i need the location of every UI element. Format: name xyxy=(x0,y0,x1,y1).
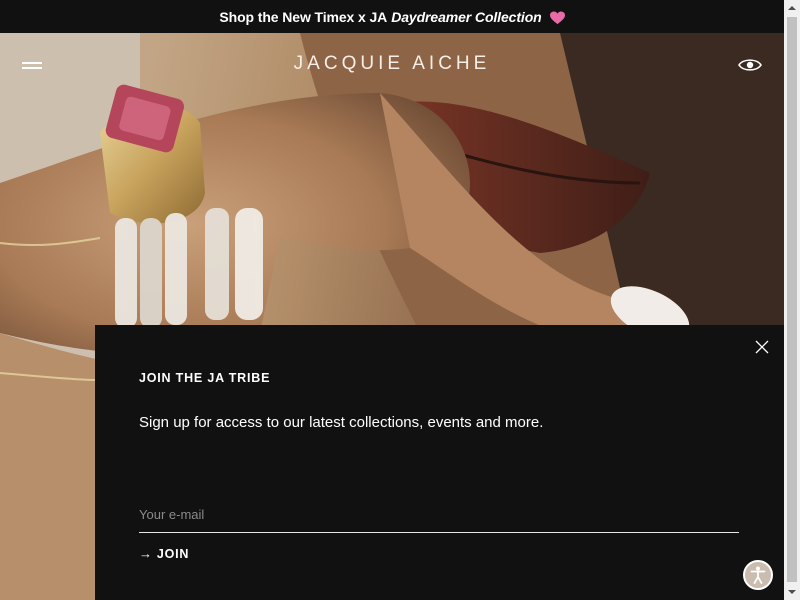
eye-icon[interactable] xyxy=(738,57,762,73)
popup-title: JOIN THE JA TRIBE xyxy=(139,371,271,385)
accessibility-button[interactable] xyxy=(743,560,773,590)
email-field[interactable] xyxy=(139,496,739,533)
scroll-up-icon[interactable] xyxy=(784,0,800,16)
newsletter-popup: JOIN THE JA TRIBE Sign up for access to … xyxy=(95,325,784,600)
announcement-collection: Daydreamer Collection xyxy=(391,8,542,25)
page-scrollbar[interactable] xyxy=(784,0,800,600)
arrow-right-icon: → xyxy=(139,546,153,561)
announcement-bar[interactable]: Shop the New Timex x JA Daydreamer Colle… xyxy=(0,0,784,33)
site-header: JACQUIE AICHE xyxy=(0,33,784,97)
scroll-down-icon[interactable] xyxy=(784,584,800,600)
accessibility-icon xyxy=(750,566,766,584)
join-button[interactable]: → JOIN xyxy=(139,546,189,561)
popup-description: Sign up for access to our latest collect… xyxy=(139,414,544,431)
join-label: JOIN xyxy=(156,546,190,561)
announcement-text: Shop the New Timex x JA xyxy=(219,8,388,25)
site-logo[interactable]: JACQUIE AICHE xyxy=(0,53,784,75)
scroll-thumb[interactable] xyxy=(787,17,797,582)
close-icon[interactable] xyxy=(755,340,769,354)
heart-icon xyxy=(549,10,565,24)
